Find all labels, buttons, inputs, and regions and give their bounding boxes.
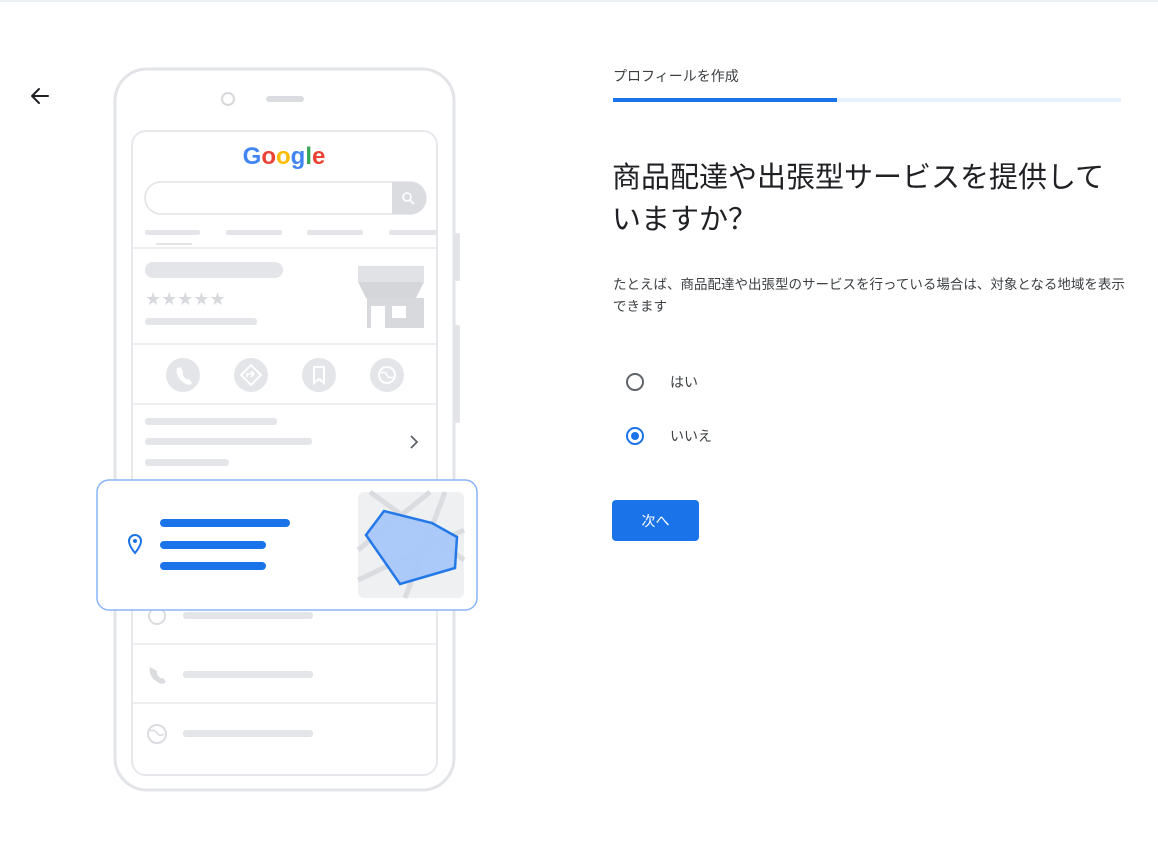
page-title: 商品配達や出張型サービスを提供していますか？	[612, 160, 1105, 236]
progress-bar	[613, 98, 1121, 102]
next-button[interactable]: 次へ	[612, 500, 699, 541]
option-yes-label: はい	[670, 375, 698, 391]
map-thumbnail	[356, 489, 466, 599]
progress-fill	[613, 98, 837, 102]
google-logo: Google	[243, 143, 326, 170]
phone-illustration: Google ★★★★★	[96, 67, 478, 792]
option-no-label: いいえ	[670, 429, 712, 445]
question-description: たとえば、商品配達や出張型のサービスを行っている場合は、対象となる地域を表示でき…	[613, 277, 1125, 315]
bookmark-icon	[302, 358, 336, 392]
store-icon	[358, 266, 424, 328]
radio-button-no[interactable]	[626, 427, 644, 445]
option-no[interactable]: いいえ	[626, 426, 712, 446]
radio-button-yes[interactable]	[626, 373, 644, 391]
option-yes[interactable]: はい	[626, 372, 698, 392]
step-label: プロフィールを作成	[613, 69, 739, 85]
directions-icon	[234, 358, 268, 392]
google-logo-text: Google	[243, 143, 326, 170]
globe-icon	[370, 358, 404, 392]
svg-text:★★★★★: ★★★★★	[145, 289, 226, 310]
phone-icon	[166, 358, 200, 392]
